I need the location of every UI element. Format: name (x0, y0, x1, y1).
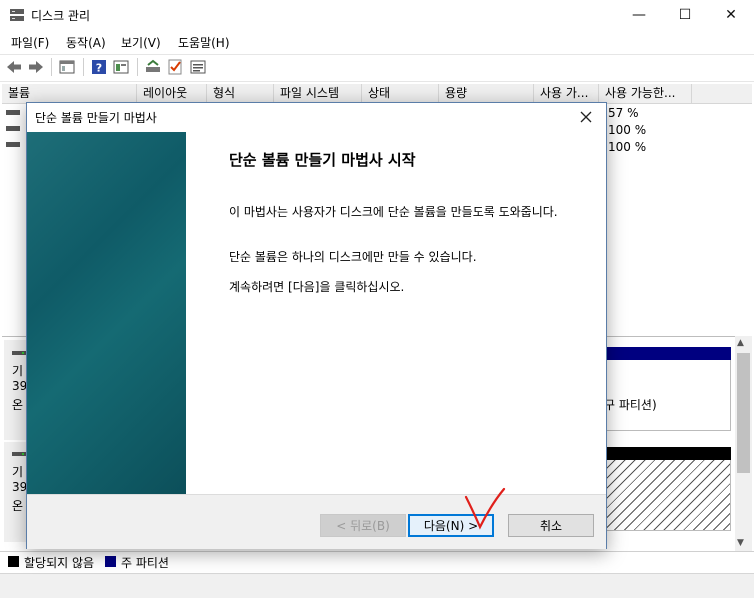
wizard-content: 단순 볼륨 만들기 마법사 시작 이 마법사는 사용자가 디스크에 단순 볼륨을… (186, 132, 606, 494)
scroll-up-icon[interactable]: ▲ (737, 338, 744, 348)
disk-label: 기 (12, 364, 24, 378)
minimize-button[interactable]: — (616, 0, 662, 30)
wizard-side-banner (27, 132, 186, 494)
menu-file[interactable]: 파일(F) (11, 34, 49, 51)
volume-icon (6, 142, 20, 147)
wizard-heading: 단순 볼륨 만들기 마법사 시작 (229, 151, 416, 169)
legend-swatch-primary (105, 556, 116, 567)
close-button[interactable]: ✕ (708, 0, 754, 30)
disk-size: 39 (12, 480, 28, 494)
status-bar (0, 573, 754, 598)
column-volume[interactable]: 볼륨 (2, 84, 137, 103)
menu-bar (0, 30, 754, 52)
volume-icon (6, 110, 20, 115)
disk-icon (12, 351, 26, 355)
disk-status: 온 (12, 398, 24, 412)
partition-label: 구 파티션) (604, 398, 657, 412)
window-title: 디스크 관리 (31, 9, 91, 23)
close-icon (580, 111, 592, 123)
list-icon[interactable] (189, 58, 207, 76)
column-free-space[interactable]: 사용 가... (534, 84, 599, 103)
forward-arrow-icon[interactable] (27, 58, 45, 76)
toolbar-separator (51, 58, 52, 76)
unallocated-space[interactable] (605, 460, 731, 531)
disk-size: 39 (12, 379, 28, 393)
menu-help[interactable]: 도움말(H) (178, 34, 230, 51)
dialog-title: 단순 볼륨 만들기 마법사 (35, 111, 157, 125)
legend-swatch-unallocated (8, 556, 19, 567)
table-row-percent-free: 100 % (608, 140, 647, 154)
menu-view[interactable]: 보기(V) (121, 34, 161, 51)
primary-partition-bar (605, 347, 731, 360)
console-icon[interactable] (58, 58, 76, 76)
column-type[interactable]: 형식 (207, 84, 274, 103)
disk-management-icon (10, 9, 24, 21)
legend-label-unallocated: 할당되지 않음 (24, 556, 95, 570)
unallocated-bar (605, 447, 731, 460)
column-capacity[interactable]: 용량 (439, 84, 534, 103)
menu-action[interactable]: 동작(A) (66, 34, 106, 51)
properties-icon[interactable] (112, 58, 130, 76)
disk-status: 온 (12, 499, 24, 513)
help-icon[interactable]: ? (90, 58, 108, 76)
cancel-button[interactable]: 취소 (508, 514, 594, 537)
back-arrow-icon[interactable] (5, 58, 23, 76)
legend-label-primary: 주 파티션 (121, 556, 169, 570)
wizard-note: 단순 볼륨은 하나의 디스크에만 만들 수 있습니다. (229, 250, 477, 264)
scroll-down-icon[interactable]: ▼ (737, 538, 744, 548)
new-simple-volume-wizard-dialog: 단순 볼륨 만들기 마법사 단순 볼륨 만들기 마법사 시작 이 마법사는 사용… (26, 102, 607, 549)
svg-text:?: ? (96, 62, 102, 75)
wizard-instruction: 계속하려면 [다음]을 클릭하십시오. (229, 280, 405, 294)
disk-icon (12, 452, 26, 456)
column-percent-free[interactable]: 사용 가능한... (599, 84, 692, 103)
disk-label: 기 (12, 465, 24, 479)
column-file-system[interactable]: 파일 시스템 (274, 84, 362, 103)
column-layout[interactable]: 레이아웃 (137, 84, 207, 103)
red-checkmark-annotation-icon (464, 487, 506, 530)
table-row-percent-free: 57 % (608, 106, 639, 120)
maximize-button[interactable]: ☐ (662, 0, 708, 30)
back-button[interactable]: < 뒤로(B) (320, 514, 406, 537)
column-status[interactable]: 상태 (362, 84, 439, 103)
wizard-description: 이 마법사는 사용자가 디스크에 단순 볼륨을 만들도록 도와줍니다. (229, 205, 558, 219)
scrollbar-thumb[interactable] (737, 353, 750, 473)
check-icon[interactable] (166, 58, 184, 76)
dialog-close-button[interactable] (572, 104, 600, 130)
volume-icon (6, 126, 20, 131)
table-row-percent-free: 100 % (608, 123, 647, 137)
toolbar-separator (83, 58, 84, 76)
toolbar-separator (137, 58, 138, 76)
rescan-icon[interactable] (144, 58, 162, 76)
